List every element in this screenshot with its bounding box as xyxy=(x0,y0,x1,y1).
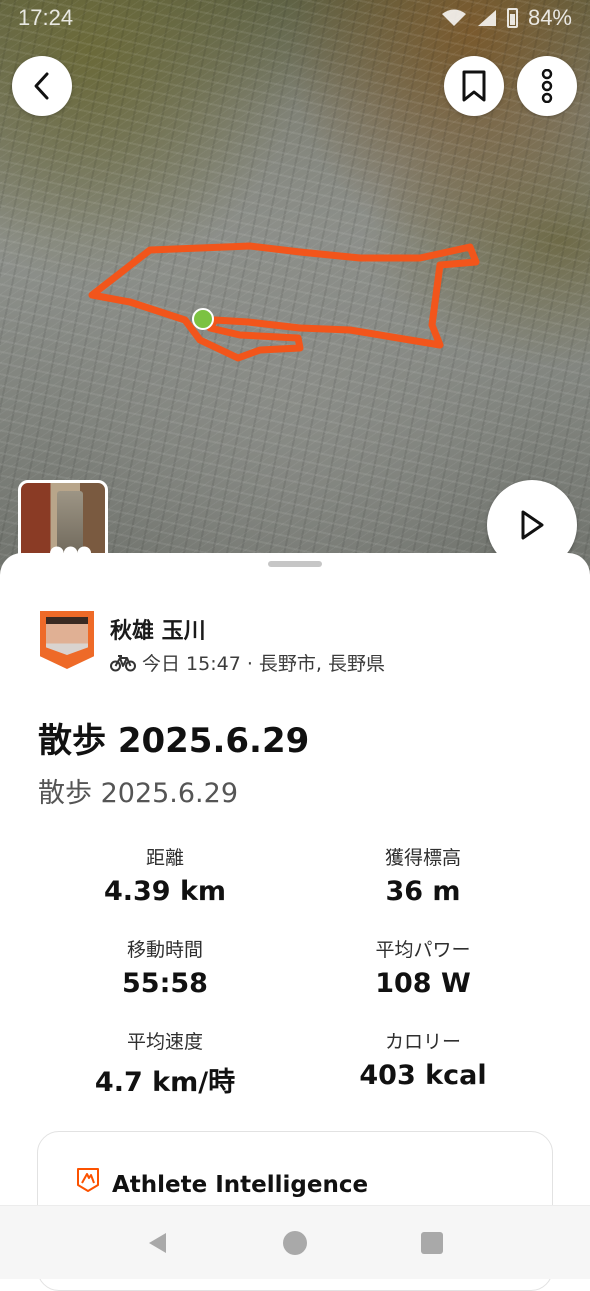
stat-average-speed: 平均速度 4.7 km/時 xyxy=(40,1027,290,1099)
stat-label: 平均速度 xyxy=(126,1031,203,1053)
athlete-intelligence-title: Athlete Intelligence xyxy=(112,1172,369,1198)
route-map[interactable]: 17:24 84% ●●● xyxy=(0,0,590,600)
stat-elevation-gain: 獲得標高 36 m xyxy=(298,843,548,907)
activity-detail-sheet: 秋雄 玉川 今日 15:47 · 長野市, 長野県 散歩 2025.6.29 散… xyxy=(0,553,590,1291)
status-bar: 17:24 84% xyxy=(0,0,590,36)
stat-label: 距離 xyxy=(145,847,184,869)
athlete-intelligence-icon xyxy=(77,1168,99,1192)
stat-label: カロリー xyxy=(384,1031,461,1053)
athlete-name[interactable]: 秋雄 玉川 xyxy=(110,613,206,645)
avatar[interactable] xyxy=(40,611,94,669)
play-icon xyxy=(521,510,544,540)
bike-icon xyxy=(110,654,136,671)
stat-average-power: 平均パワー 108 W xyxy=(298,935,548,999)
back-button[interactable] xyxy=(12,56,72,116)
nav-home-icon[interactable] xyxy=(282,1230,308,1256)
activity-title: 散歩 2025.6.29 xyxy=(38,721,310,761)
stat-value: 403 kcal xyxy=(359,1060,487,1091)
status-time: 17:24 xyxy=(18,5,74,30)
stat-label: 獲得標高 xyxy=(384,847,461,869)
status-icons: 84% xyxy=(441,5,572,31)
stat-moving-time: 移動時間 55:58 xyxy=(40,935,290,999)
stat-value: 4.7 km/時 xyxy=(94,1067,236,1098)
signal-icon xyxy=(477,10,496,26)
stat-value: 4.39 km xyxy=(103,876,227,907)
bookmark-button[interactable] xyxy=(444,56,504,116)
avatar-photo xyxy=(46,617,88,655)
stat-value: 55:58 xyxy=(122,968,208,999)
wifi-icon xyxy=(441,9,466,26)
activity-meta-text: 今日 15:47 · 長野市, 長野県 xyxy=(142,653,385,675)
nav-recents-icon[interactable] xyxy=(420,1231,444,1255)
chevron-left-icon xyxy=(34,72,49,100)
stat-value: 36 m xyxy=(385,876,461,907)
bookmark-icon xyxy=(462,70,486,102)
stat-label: 移動時間 xyxy=(126,939,203,961)
battery-icon xyxy=(506,8,518,28)
stat-value: 108 W xyxy=(375,968,471,999)
stat-distance: 距離 4.39 km xyxy=(40,843,290,907)
battery-level: 84% xyxy=(527,5,572,30)
activity-meta: 今日 15:47 · 長野市, 長野県 xyxy=(110,649,385,676)
more-options-button[interactable] xyxy=(517,56,577,116)
system-navigation-bar xyxy=(0,1205,590,1279)
stat-label: 平均パワー xyxy=(375,939,471,961)
activity-description: 散歩 2025.6.29 xyxy=(38,778,238,809)
start-marker xyxy=(192,308,214,330)
stat-calories: カロリー 403 kcal xyxy=(298,1027,548,1091)
sheet-drag-handle[interactable] xyxy=(268,561,322,567)
more-vertical-icon xyxy=(541,69,553,103)
nav-back-icon[interactable] xyxy=(146,1231,170,1255)
